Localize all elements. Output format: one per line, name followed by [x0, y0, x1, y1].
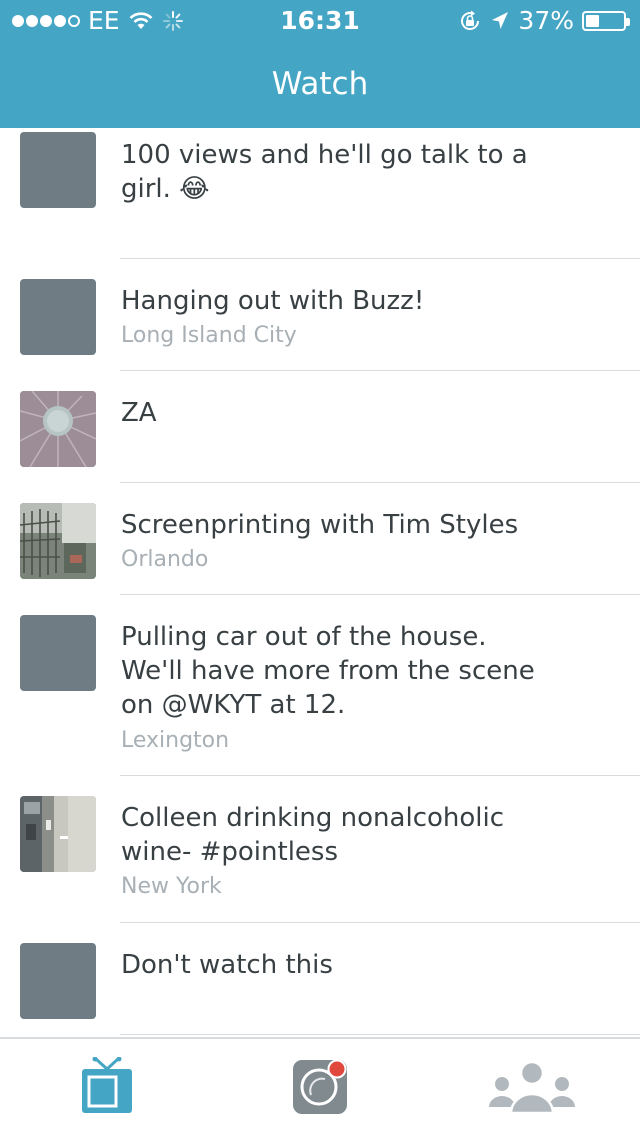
broadcast-thumbnail [20, 132, 96, 208]
rotation-lock-icon [461, 10, 480, 30]
battery-cap [626, 18, 630, 26]
workshop-photo [20, 503, 96, 579]
broadcast-thumbnail [20, 796, 96, 872]
status-bar: EE 16:31 37% [0, 0, 640, 40]
broadcast-title: Screenprinting with Tim Styles [121, 510, 519, 540]
broadcast-thumbnail [20, 615, 96, 691]
broadcast-title: Colleen drinking nonalcoholic wine- #poi… [121, 803, 505, 867]
broadcast-thumbnail [20, 279, 96, 355]
tab-bar [0, 1037, 640, 1136]
pizza-photo [20, 391, 96, 467]
broadcast-location: New York [121, 874, 222, 899]
battery-icon [582, 11, 630, 31]
broadcast-location: Lexington [121, 728, 230, 753]
broadcast-thumbnail [20, 503, 96, 579]
broadcast-feed[interactable]: 100 views and he'll go talk to a girl. 😂… [0, 128, 640, 1037]
tears-of-joy-emoji: 😂 [179, 174, 210, 204]
tv-icon [82, 1056, 132, 1113]
broadcast-title: Don't watch this [121, 950, 333, 980]
feed-item[interactable]: Don't watch this [0, 923, 640, 1034]
header: EE 16:31 37% Watch [0, 0, 640, 128]
battery-fill [586, 15, 599, 27]
tab-watch[interactable] [62, 1056, 152, 1115]
location-arrow-icon [492, 12, 509, 29]
broadcast-camera-icon [293, 1059, 347, 1114]
status-right: 37% [458, 6, 630, 36]
broadcast-thumbnail [20, 391, 96, 467]
feed-item[interactable]: Screenprinting with Tim Styles Orlando [0, 483, 640, 594]
broadcast-title: Hanging out with Buzz! [121, 286, 425, 316]
broadcast-title: Pulling car out of the house. We'll have… [121, 622, 535, 720]
battery-percent: 37% [518, 6, 574, 35]
divider [120, 1034, 640, 1035]
broadcast-title: 100 views and he'll go talk to a girl. 😂 [121, 140, 528, 204]
tab-people[interactable] [487, 1057, 577, 1115]
feed-item[interactable]: ZA [0, 371, 640, 482]
broadcast-location: Long Island City [121, 323, 297, 348]
feed-item[interactable]: Hanging out with Buzz! Long Island City [0, 259, 640, 370]
people-icon [489, 1060, 575, 1115]
page-title: Watch [271, 66, 369, 102]
broadcast-location: Orlando [121, 547, 209, 572]
feed-item[interactable]: 100 views and he'll go talk to a girl. 😂 [0, 128, 640, 258]
broadcast-title: ZA [121, 398, 157, 428]
feed-item[interactable]: Pulling car out of the house. We'll have… [0, 595, 640, 775]
broadcast-thumbnail [20, 943, 96, 1019]
watch-screen: EE 16:31 37% Watch 100 views and he'll g… [0, 0, 640, 1136]
tab-broadcast[interactable] [275, 1057, 365, 1115]
room-photo [20, 796, 96, 872]
feed-item[interactable]: Colleen drinking nonalcoholic wine- #poi… [0, 776, 640, 922]
